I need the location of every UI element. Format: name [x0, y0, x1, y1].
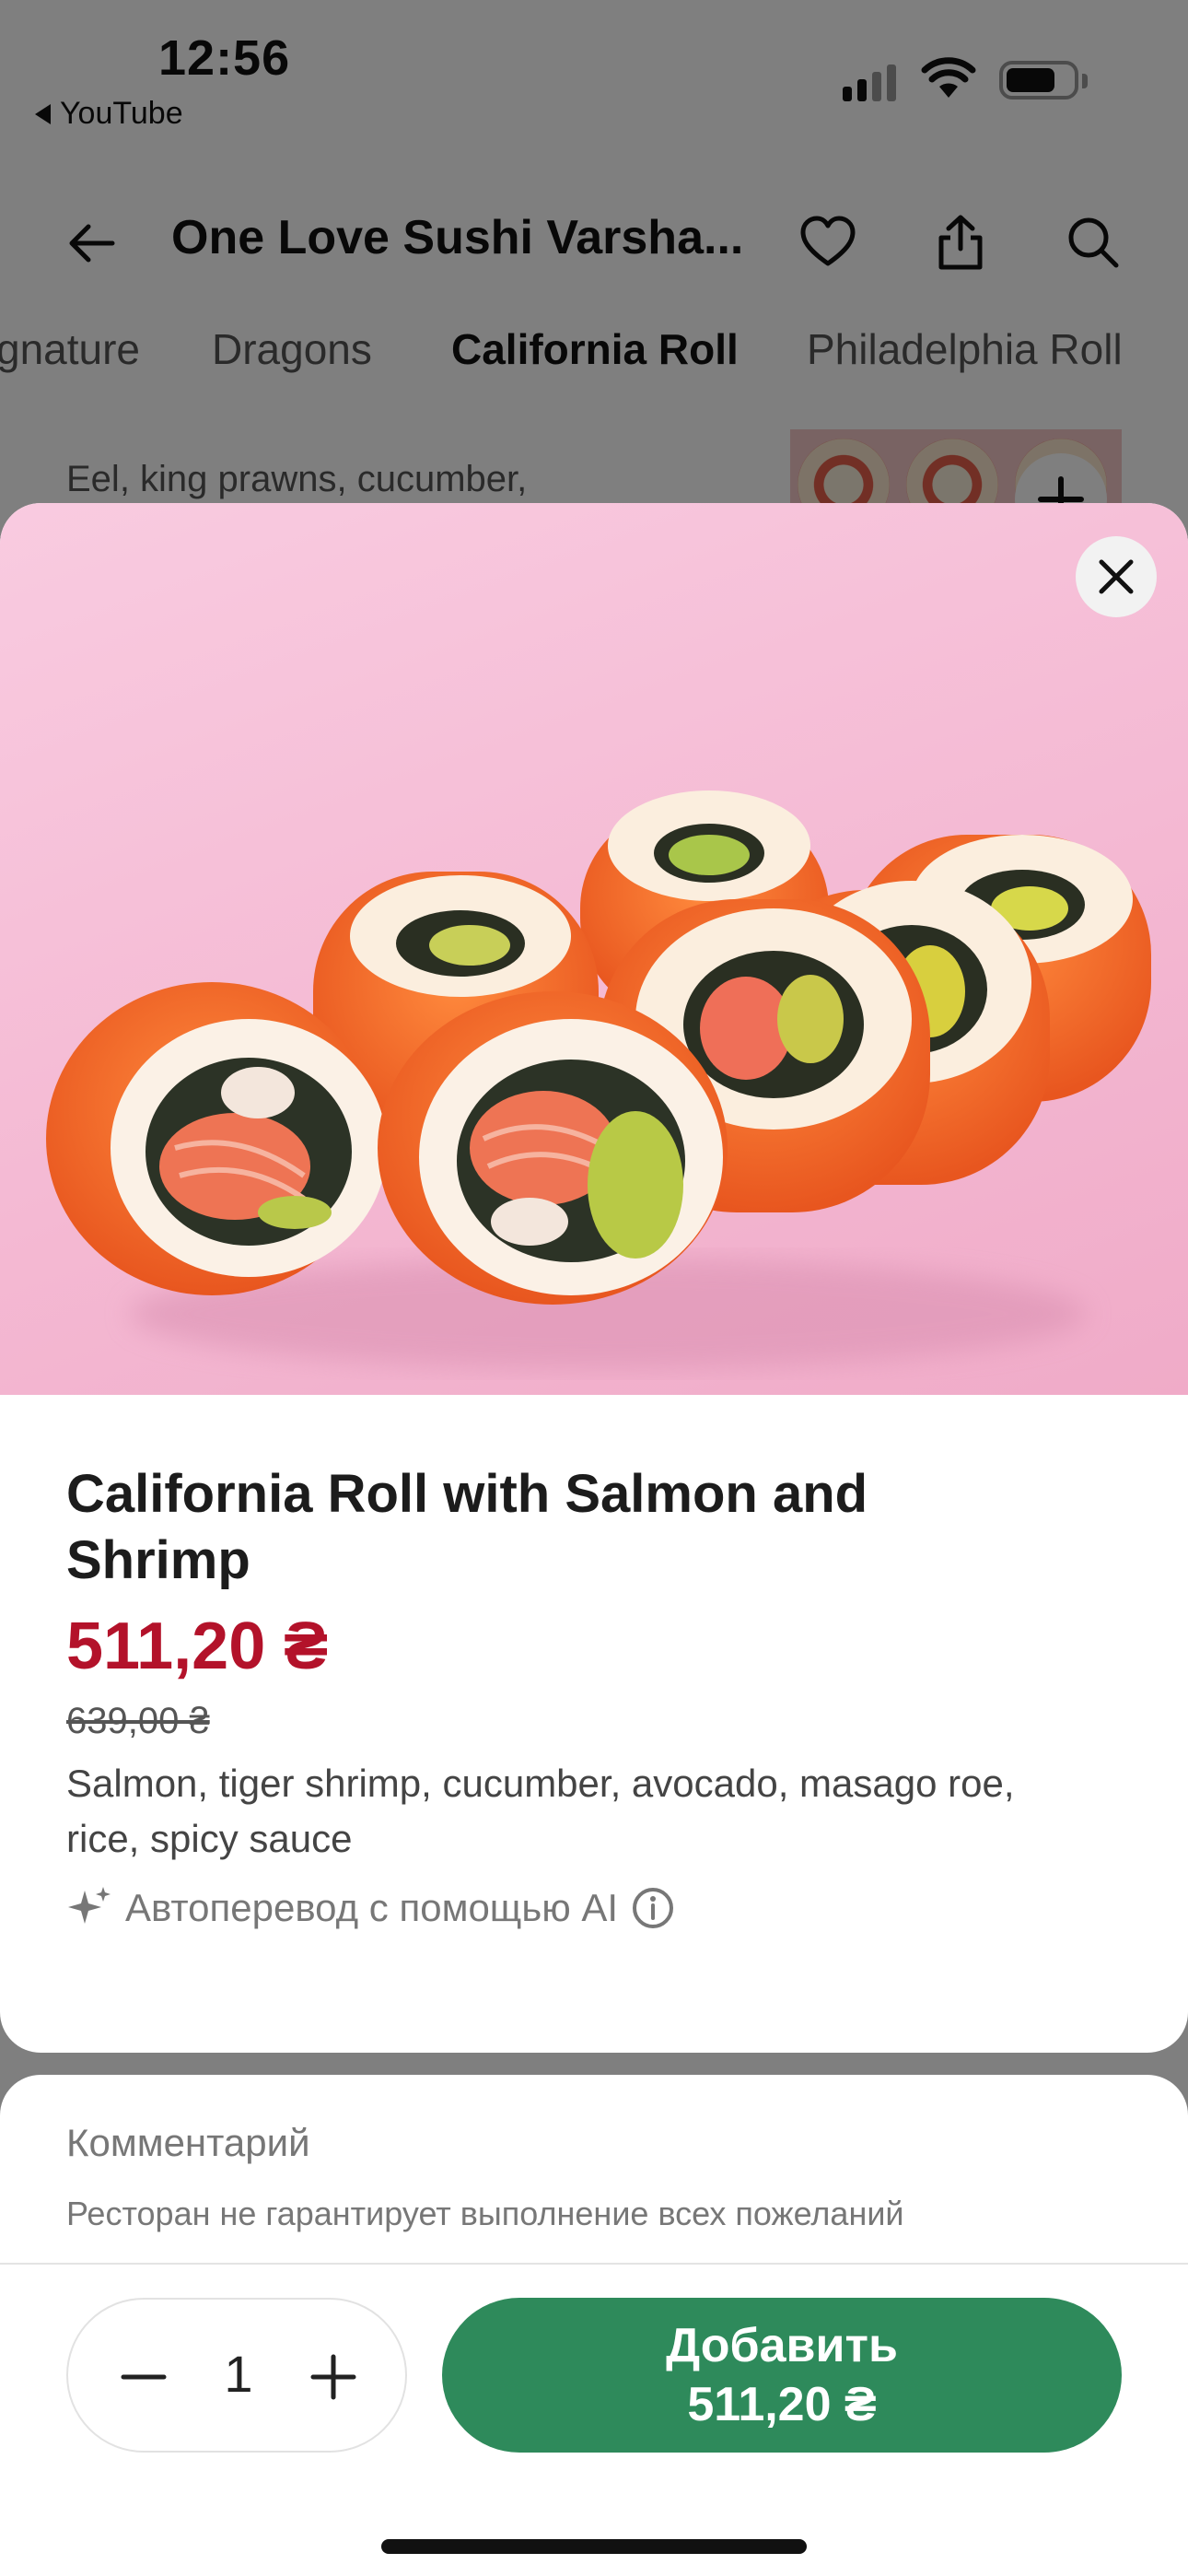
comment-hint: Ресторан не гарантирует выполнение всех … — [66, 2195, 904, 2232]
minus-icon — [121, 2374, 167, 2380]
plus-icon — [310, 2354, 356, 2400]
comment-label: Комментарий — [66, 2121, 310, 2164]
sushi-rolls-illustration — [46, 790, 1151, 1369]
product-title: California Roll with Salmon and Shrimp — [66, 1464, 868, 1590]
product-price: 511,20 ₴ — [66, 1610, 329, 1683]
quantity-value: 1 — [224, 2345, 253, 2403]
product-old-price: 639,00 ₴ — [66, 1701, 210, 1741]
product-image — [0, 503, 1188, 1395]
info-icon[interactable] — [631, 1886, 675, 1930]
close-icon — [1099, 559, 1134, 594]
increase-quantity-button[interactable] — [309, 2353, 357, 2401]
quantity-stepper: 1 — [66, 2298, 407, 2453]
ai-note-text: Автоперевод с помощью AI — [125, 1886, 619, 1929]
close-button[interactable] — [1076, 536, 1157, 617]
decrease-quantity-button[interactable] — [120, 2353, 168, 2401]
product-description: Salmon, tiger shrimp, cucumber, avocado,… — [66, 1762, 1015, 1860]
home-indicator — [381, 2539, 807, 2554]
order-bar: 1 Добавить 511,20 ₴ — [0, 2263, 1188, 2576]
add-to-cart-button[interactable]: Добавить 511,20 ₴ — [442, 2298, 1122, 2453]
add-button-label: Добавить — [666, 2319, 898, 2372]
sparkle-icon — [66, 1885, 112, 1931]
product-card: California Roll with Salmon and Shrimp 5… — [0, 503, 1188, 2053]
ai-translation-note: Автоперевод с помощью AI — [66, 1885, 675, 1931]
add-button-price: 511,20 ₴ — [687, 2378, 877, 2431]
